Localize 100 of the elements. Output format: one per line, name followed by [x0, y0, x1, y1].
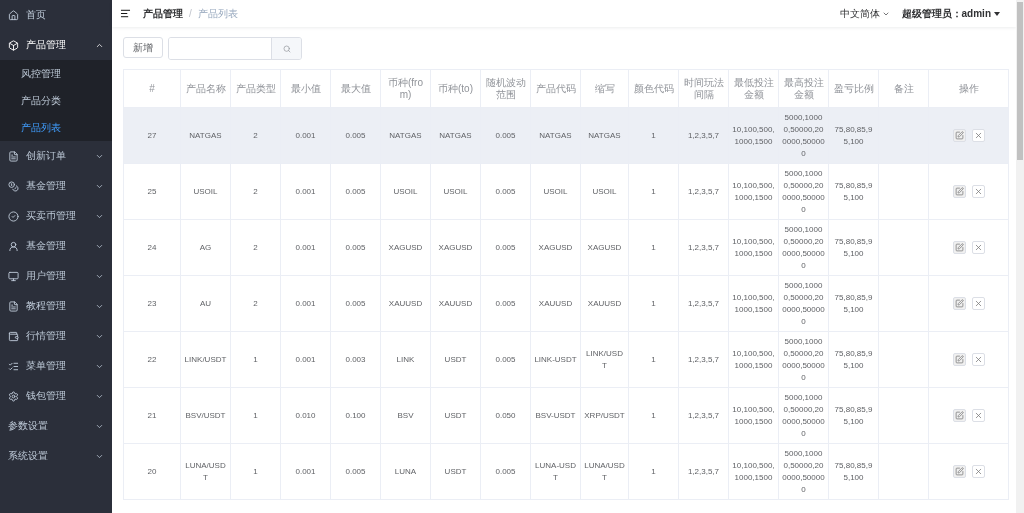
table-cell: 1 [628, 387, 679, 444]
check-circle-icon [8, 210, 19, 222]
table-cell: LUNA/USDT [580, 443, 629, 500]
language-dropdown[interactable]: 中文简体 [839, 6, 890, 21]
table-cell: NATGAS [530, 107, 581, 164]
sidebar-item-label: 用户管理 [26, 269, 67, 283]
table-cell: 1 [230, 387, 281, 444]
submenu-item[interactable]: 产品分类 [0, 87, 112, 114]
column-header: 最小值 [280, 69, 331, 108]
delete-button[interactable] [971, 129, 985, 142]
column-header: 备注 [878, 69, 929, 108]
sidebar-item[interactable]: 菜单管理 [0, 351, 112, 381]
table-cell: 0.010 [280, 387, 331, 444]
sidebar-item[interactable]: 基金管理 [0, 231, 112, 261]
table-cell: NATGAS [380, 107, 431, 164]
delete-button[interactable] [971, 353, 985, 366]
sidebar-item[interactable]: 买卖币管理 [0, 201, 112, 231]
scrollbar[interactable] [1016, 0, 1024, 513]
delete-button[interactable] [971, 185, 985, 198]
sidebar-item[interactable]: 钱包管理 [0, 381, 112, 411]
monitor-icon [8, 270, 19, 282]
table-cell: 2 [230, 275, 281, 332]
sidebar-item-label: 基金管理 [26, 179, 67, 193]
column-header: 币种(from) [380, 69, 431, 108]
table-cell: 1 [628, 219, 679, 276]
table-cell: LUNA/USDT [180, 443, 231, 500]
add-button[interactable]: 新增 [123, 37, 163, 58]
table-cell: 1 [230, 331, 281, 388]
table-cell: USOIL [180, 163, 231, 220]
search-field[interactable] [168, 37, 302, 60]
edit-button[interactable] [952, 241, 966, 254]
submenu-item[interactable]: 风控管理 [0, 60, 112, 87]
table-cell: 2 [230, 163, 281, 220]
sidebar-item[interactable]: 教程管理 [0, 291, 112, 321]
table-cell: USOIL [430, 163, 481, 220]
breadcrumb-item[interactable]: 产品管理 [143, 6, 183, 21]
table-cell: 10,100,500,1000,1500 [728, 107, 779, 164]
delete-button[interactable] [971, 409, 985, 422]
submenu-item[interactable]: 产品列表 [0, 114, 112, 141]
table-cell: 0.005 [330, 107, 381, 164]
edit-button[interactable] [952, 297, 966, 310]
edit-button[interactable] [952, 465, 966, 478]
sidebar-item-label: 行情管理 [26, 329, 67, 343]
table-cell: USDT [430, 387, 481, 444]
table-cell: 10,100,500,1000,1500 [728, 275, 779, 332]
sidebar-item[interactable]: 基金管理 [0, 171, 112, 201]
table-cell: 10,100,500,1000,1500 [728, 163, 779, 220]
delete-button[interactable] [971, 241, 985, 254]
table-cell: 5000,10000,50000,200000,500000 [778, 219, 829, 276]
table-cell: 0.001 [280, 275, 331, 332]
table-cell: 5000,10000,50000,200000,500000 [778, 387, 829, 444]
table-cell: 0.100 [330, 387, 381, 444]
edit-icon [954, 131, 964, 140]
table-cell: XAGUSD [580, 219, 629, 276]
table-cell: 0.001 [280, 443, 331, 500]
table-cell: XRP/USDT [580, 387, 629, 444]
table-cell: BSV/USDT [180, 387, 231, 444]
table-cell: 1 [230, 443, 281, 500]
menu-icon[interactable] [120, 8, 131, 19]
sidebar-item[interactable]: 首页 [0, 0, 112, 30]
table-cell: LINK/USDT [180, 331, 231, 388]
edit-button[interactable] [952, 185, 966, 198]
breadcrumb-separator: / [189, 8, 192, 19]
table-cell: 1,2,3,5,7 [678, 275, 729, 332]
table-cell: XAGUSD [530, 219, 581, 276]
table-cell: 0.005 [330, 219, 381, 276]
column-header: 缩写 [580, 69, 629, 108]
table-cell: LINK-USDT [530, 331, 581, 388]
table-cell: 75,80,85,95,100 [828, 163, 879, 220]
edit-button[interactable] [952, 409, 966, 422]
table-cell: 0.001 [280, 219, 331, 276]
table-cell: NATGAS [180, 107, 231, 164]
column-header: 时间玩法间隔 [678, 69, 729, 108]
delete-button[interactable] [971, 297, 985, 310]
edit-button[interactable] [952, 129, 966, 142]
column-header: 随机波动范围 [480, 69, 531, 108]
sidebar-item[interactable]: 系统设置 [0, 441, 112, 471]
table-cell: 0.005 [480, 107, 531, 164]
table-cell: 5000,10000,50000,200000,500000 [778, 331, 829, 388]
table-cell: 0.005 [480, 331, 531, 388]
table-cell: BSV-USDT [530, 387, 581, 444]
search-icon [282, 44, 291, 53]
sidebar-item[interactable]: 行情管理 [0, 321, 112, 351]
sidebar-item[interactable]: 用户管理 [0, 261, 112, 291]
sidebar-item[interactable]: 参数设置 [0, 411, 112, 441]
search-button[interactable] [271, 38, 301, 59]
delete-button[interactable] [971, 465, 985, 478]
close-icon [973, 467, 983, 476]
close-icon [973, 131, 983, 140]
table-cell: 0.005 [480, 443, 531, 500]
column-header: # [123, 69, 181, 108]
table-cell: XAGUSD [430, 219, 481, 276]
table-cell: 2 [230, 107, 281, 164]
sidebar-item[interactable]: 创新订单 [0, 141, 112, 171]
user-dropdown[interactable]: 超级管理员：admin [901, 6, 1000, 21]
table-cell: LINK/USDT [580, 331, 629, 388]
sidebar-item[interactable]: 产品管理 [0, 30, 112, 60]
edit-button[interactable] [952, 353, 966, 366]
table-cell: 75,80,85,95,100 [828, 387, 879, 444]
scrollbar-thumb[interactable] [1017, 2, 1023, 160]
